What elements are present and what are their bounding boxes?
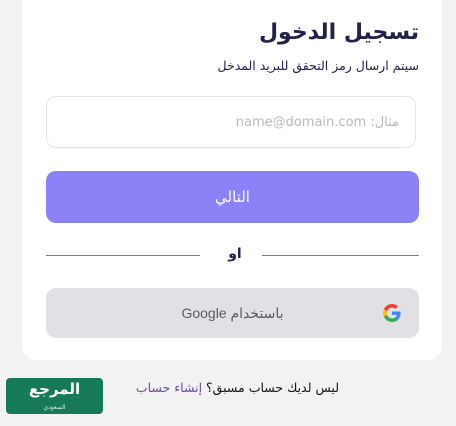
divider-left — [46, 255, 200, 256]
login-card: تسجيل الدخول سيتم ارسال رمز التحقق للبري… — [22, 0, 442, 360]
google-signin-label: باستخدام Google — [181, 304, 284, 321]
page-title: تسجيل الدخول — [258, 20, 419, 45]
google-signin-button[interactable]: باستخدام Google — [46, 288, 419, 338]
signup-question: ليس لديك حساب مسبق؟ — [206, 380, 339, 395]
signup-link[interactable]: إنشاء حساب — [136, 380, 202, 395]
site-logo: المرجع السعودي — [6, 378, 103, 414]
signup-prompt: ليس لديك حساب مسبق؟ إنشاء حساب — [136, 380, 339, 395]
logo-sub-text: السعودي — [43, 404, 66, 411]
next-button[interactable]: التالي — [46, 171, 419, 223]
or-separator: او — [228, 246, 242, 262]
divider-right — [262, 255, 419, 256]
email-field[interactable] — [46, 96, 416, 148]
page-subtitle: سيتم ارسال رمز التحقق للبريد المدخل — [217, 58, 420, 73]
google-icon — [383, 304, 401, 322]
logo-main-text: المرجع — [28, 380, 81, 398]
